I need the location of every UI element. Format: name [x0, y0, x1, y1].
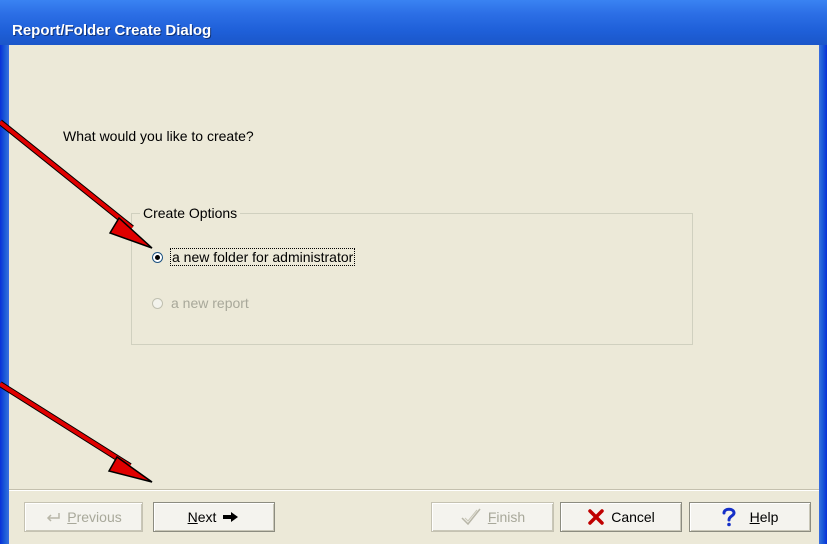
radio-new-report	[152, 297, 163, 309]
cancel-button[interactable]: Cancel	[560, 502, 682, 532]
radio-new-folder[interactable]	[152, 251, 163, 263]
dialog-title: Report/Folder Create Dialog	[12, 22, 212, 39]
right-arrow-icon	[222, 511, 240, 523]
finish-label: Finish	[487, 509, 526, 525]
create-options-legend: Create Options	[140, 205, 241, 221]
next-button[interactable]: Next	[153, 502, 275, 532]
red-x-icon	[587, 508, 605, 526]
previous-button[interactable]: Previous	[24, 502, 143, 532]
create-options-group: Create Options a new folder for administ…	[131, 205, 693, 345]
dialog-window: Report/Folder Create Dialog What would y…	[0, 0, 827, 544]
cancel-label: Cancel	[611, 509, 655, 525]
help-button[interactable]: Help	[689, 502, 811, 532]
button-bar-separator	[9, 489, 819, 491]
finish-button[interactable]: Finish	[431, 502, 554, 532]
next-label: Next	[187, 509, 217, 525]
option-new-report: a new report	[152, 293, 249, 313]
annotation-arrow-to-next	[0, 381, 153, 483]
back-arrow-icon	[45, 511, 61, 523]
previous-label: Previous	[67, 509, 122, 525]
help-label: Help	[749, 509, 779, 525]
create-prompt: What would you like to create?	[63, 128, 254, 144]
window-frame-left	[0, 45, 9, 544]
option-new-folder-label[interactable]: a new folder for administrator	[169, 248, 356, 266]
window-frame-right	[819, 45, 827, 544]
option-new-report-label: a new report	[171, 295, 249, 311]
option-new-folder[interactable]: a new folder for administrator	[152, 247, 356, 267]
finish-check-icon	[460, 507, 482, 527]
question-mark-icon	[722, 507, 736, 527]
title-bar[interactable]: Report/Folder Create Dialog	[0, 0, 827, 45]
